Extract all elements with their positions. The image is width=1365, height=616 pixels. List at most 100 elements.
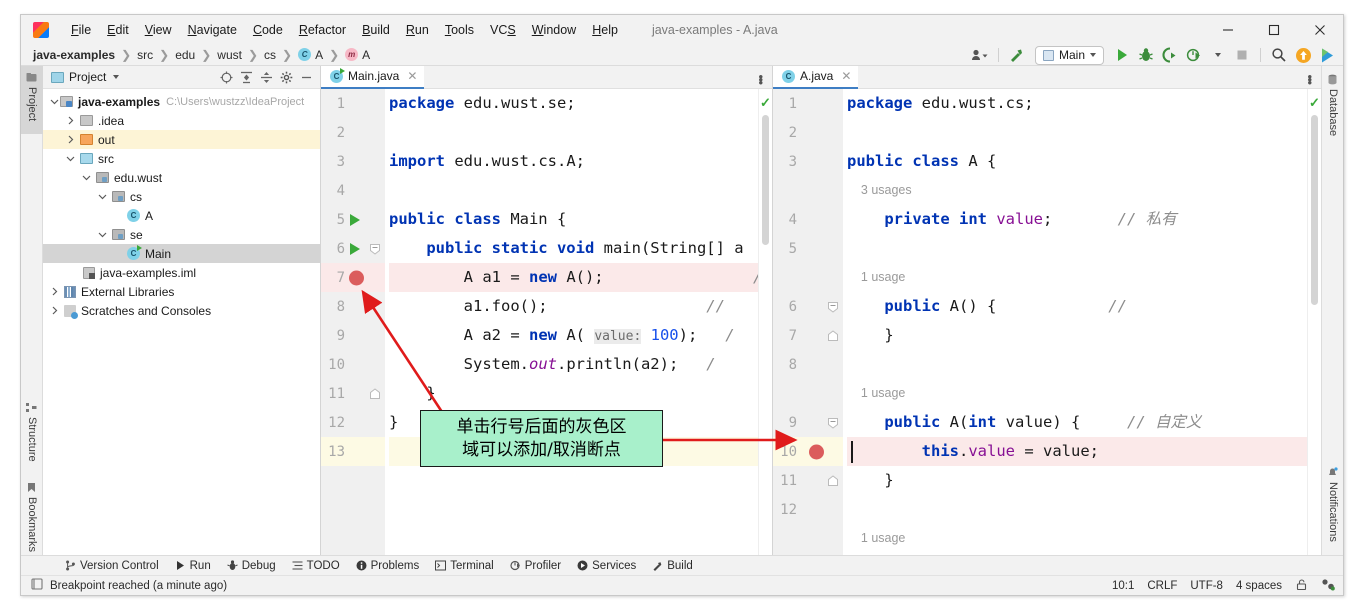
gutter-line[interactable]: 5 <box>321 205 385 234</box>
vcs-branch-icon[interactable] <box>1321 578 1335 594</box>
gutter-line[interactable]: 13 <box>321 437 385 466</box>
fold-expand-icon[interactable] <box>369 387 381 400</box>
hammer-build-icon[interactable] <box>1007 45 1027 65</box>
tool-window-todo[interactable]: TODO <box>292 560 340 572</box>
tool-window-version-control[interactable]: Version Control <box>65 560 159 572</box>
status-message[interactable]: Breakpoint reached (a minute ago) <box>50 580 227 592</box>
menu-item-file[interactable]: File <box>63 20 99 40</box>
menu-item-navigate[interactable]: Navigate <box>180 20 245 40</box>
chevron-right-icon[interactable] <box>49 286 60 297</box>
editor-options-icon[interactable]: • • • <box>1307 70 1321 89</box>
marker-bar-left[interactable]: ✓ <box>758 89 772 555</box>
fold-expand-icon[interactable] <box>827 474 839 487</box>
no-errors-check-icon[interactable]: ✓ <box>1309 95 1320 111</box>
usage-hint[interactable]: 3 usages <box>847 176 1307 205</box>
chevron-down-icon[interactable] <box>65 153 76 164</box>
vertical-scrollbar[interactable] <box>762 115 769 245</box>
breadcrumb-item-class-a[interactable]: CA <box>298 48 323 62</box>
close-tab-icon[interactable]: ✕ <box>841 69 851 83</box>
menu-item-window[interactable]: Window <box>524 20 584 40</box>
indent-setting[interactable]: 4 spaces <box>1236 580 1282 592</box>
settings-gear-icon[interactable] <box>280 71 293 84</box>
tree-item-iml[interactable]: java-examples.iml <box>43 263 320 282</box>
code-line[interactable]: package edu.wust.cs; <box>847 89 1307 118</box>
gutter-line[interactable]: 12 <box>773 495 843 524</box>
gutter-line[interactable]: 2 <box>773 118 843 147</box>
hide-icon[interactable] <box>300 71 313 84</box>
gutter-line[interactable]: 7 <box>773 321 843 350</box>
maximize-icon[interactable] <box>1251 15 1297 44</box>
code-line[interactable]: private int value; // 私有 <box>847 205 1307 234</box>
tab-main-java[interactable]: C Main.java ✕ <box>321 65 425 89</box>
chevron-right-icon[interactable] <box>65 115 76 126</box>
gutter-line[interactable]: 13 <box>773 553 843 555</box>
usage-hint[interactable]: 1 usage <box>847 524 1307 553</box>
breadcrumb-item-method-a[interactable]: mA <box>345 48 370 62</box>
code-line[interactable]: A a2 = new A( value: 100); / <box>389 321 758 350</box>
code-line-breakpoint[interactable]: this.value = value; <box>847 437 1307 466</box>
gutter-line[interactable]: 2 <box>321 118 385 147</box>
run-gutter-icon[interactable] <box>350 213 360 226</box>
tool-window-run[interactable]: Run <box>175 560 211 572</box>
chevron-right-icon[interactable] <box>65 134 76 145</box>
gutter-left[interactable]: 1 2 3 4 5 6 7 8 9 10 11 12 13 <box>321 89 385 555</box>
fold-collapse-icon[interactable] <box>827 301 839 313</box>
breakpoint-icon[interactable] <box>349 270 364 285</box>
code-line[interactable]: a1.foo(); // <box>389 292 758 321</box>
menu-item-vcs[interactable]: VCS <box>482 20 524 40</box>
search-everywhere-icon[interactable] <box>1269 45 1289 65</box>
code-line[interactable]: package edu.wust.se; <box>389 89 758 118</box>
gutter-line[interactable]: 3 <box>773 147 843 176</box>
tree-item-scratches-and-consoles[interactable]: Scratches and Consoles <box>43 301 320 320</box>
fold-collapse-icon[interactable] <box>369 243 381 255</box>
fold-expand-icon[interactable] <box>827 329 839 342</box>
breadcrumb-item-src[interactable]: src <box>137 48 153 62</box>
close-icon[interactable] <box>1297 15 1343 44</box>
tree-item-idea[interactable]: .idea <box>43 111 320 130</box>
code-line[interactable]: public A() { // <box>847 292 1307 321</box>
run-icon[interactable] <box>1112 45 1132 65</box>
expand-all-icon[interactable] <box>240 71 253 84</box>
code-line[interactable]: System.out.println(a2); / <box>389 350 758 379</box>
gutter-line[interactable]: 11 <box>773 466 843 495</box>
menu-item-tools[interactable]: Tools <box>437 20 482 40</box>
breakpoint-icon[interactable] <box>809 444 824 459</box>
menu-item-build[interactable]: Build <box>354 20 398 40</box>
code-line[interactable]: public static void main(String[] a <box>389 234 758 263</box>
gutter-line[interactable]: 6 <box>773 292 843 321</box>
updates-available-icon[interactable] <box>1293 45 1313 65</box>
code-line[interactable]: public void foo() { System.out.pri <box>847 553 1307 555</box>
tool-window-build[interactable]: Build <box>652 560 693 572</box>
chevron-down-icon[interactable] <box>81 172 92 183</box>
tree-item-edu-wust[interactable]: edu.wust <box>43 168 320 187</box>
code-line[interactable] <box>847 118 1307 147</box>
code-line[interactable]: } <box>847 321 1307 350</box>
gutter-line[interactable]: 4 <box>321 176 385 205</box>
tool-window-services[interactable]: Services <box>577 560 636 572</box>
code-area-left[interactable]: 1 2 3 4 5 6 7 8 9 10 11 12 13 package ed… <box>321 89 772 555</box>
ide-feature-icon[interactable] <box>1317 45 1337 65</box>
menu-item-run[interactable]: Run <box>398 20 437 40</box>
line-separator[interactable]: CRLF <box>1147 580 1177 592</box>
menu-item-help[interactable]: Help <box>584 20 626 40</box>
tree-item-java-examples[interactable]: java-examples C:\Users\wustzz\IdeaProjec… <box>43 92 320 111</box>
no-errors-check-icon[interactable]: ✓ <box>760 95 771 111</box>
code-line[interactable]: } <box>847 466 1307 495</box>
code-line[interactable] <box>847 350 1307 379</box>
chevron-down-icon[interactable] <box>97 229 108 240</box>
run-configuration-selector[interactable]: Main <box>1034 45 1104 65</box>
gutter-line[interactable]: 10 <box>321 350 385 379</box>
gutter-line[interactable]: 6 <box>321 234 385 263</box>
sidebar-item-project[interactable]: Project <box>21 66 43 134</box>
tool-window-profiler[interactable]: Profiler <box>510 560 561 572</box>
tree-item-class-a[interactable]: C A <box>43 206 320 225</box>
code-line[interactable]: } <box>389 379 758 408</box>
code-line[interactable] <box>847 234 1307 263</box>
sidebar-item-database[interactable]: Database <box>1322 68 1344 146</box>
fold-collapse-icon[interactable] <box>827 417 839 429</box>
code-line[interactable]: import edu.wust.cs.A; <box>389 147 758 176</box>
gutter-line[interactable]: 1 <box>773 89 843 118</box>
menu-item-refactor[interactable]: Refactor <box>291 20 354 40</box>
code-line[interactable] <box>847 495 1307 524</box>
editor-options-icon[interactable]: • • • <box>758 70 772 89</box>
